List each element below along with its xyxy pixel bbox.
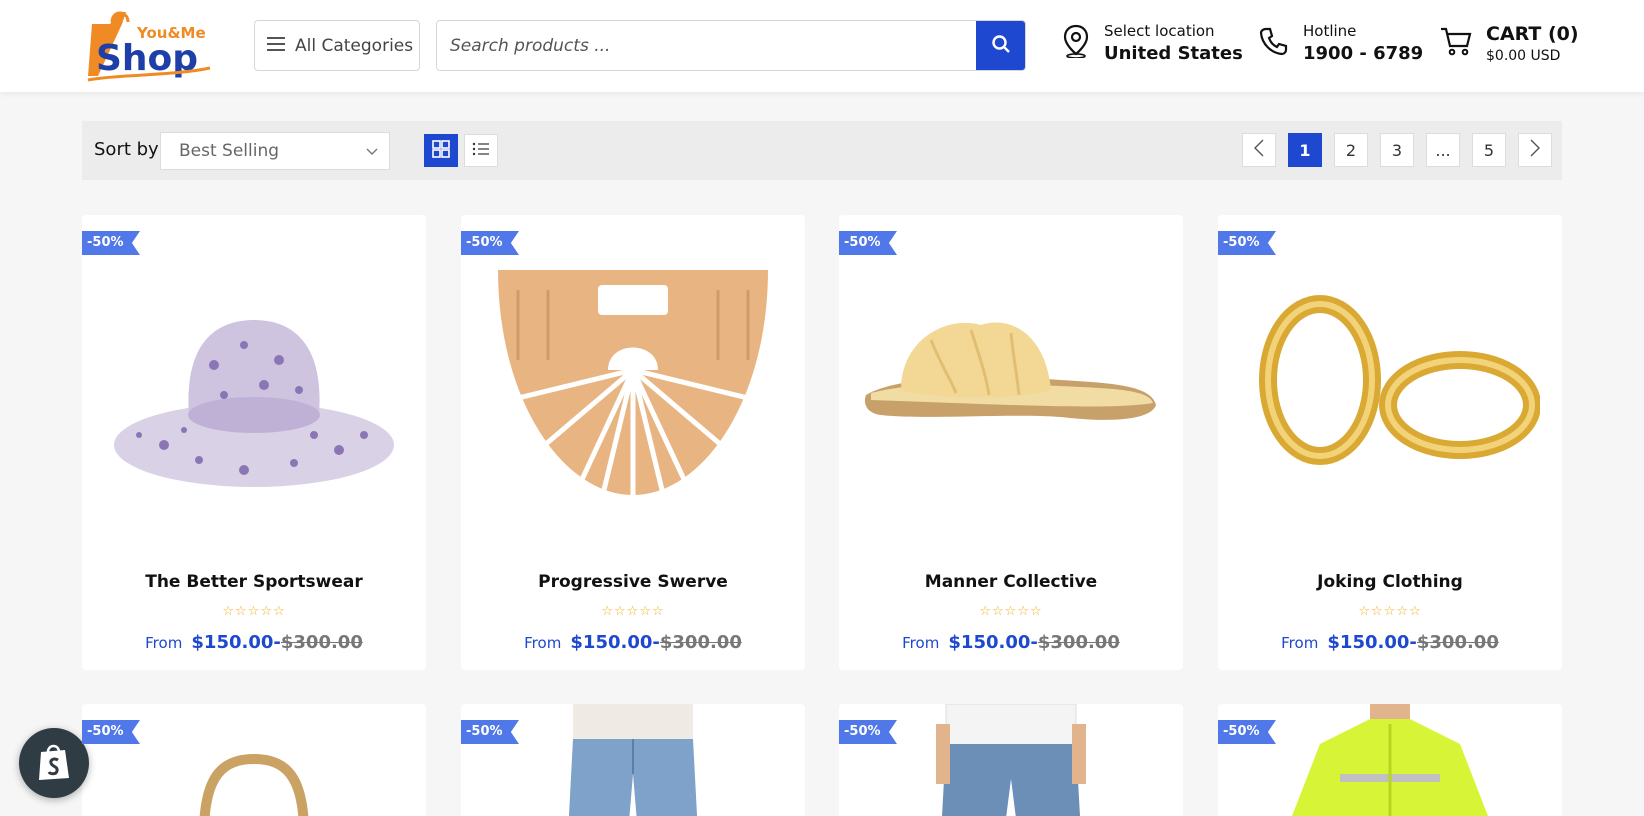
page-3-button[interactable]: 3: [1380, 133, 1414, 167]
price-separator: -: [273, 632, 281, 653]
cart-total: $0.00 USD: [1486, 47, 1561, 64]
price-from-label: From: [524, 634, 562, 652]
product-card[interactable]: -50%: [1218, 704, 1562, 816]
discount-badge: -50%: [461, 231, 519, 255]
original-price: $300.00: [659, 632, 742, 653]
discount-badge: -50%: [1218, 231, 1276, 255]
price-separator: -: [652, 632, 660, 653]
chevron-left-icon: [1253, 139, 1265, 161]
star-rating: ☆☆☆☆☆: [222, 604, 286, 619]
sale-price: $150.00: [948, 632, 1031, 653]
shopify-badge-button[interactable]: [19, 728, 89, 798]
product-card[interactable]: -50% Joking Clothing ☆☆☆☆☆ From $150.00-…: [1218, 215, 1562, 670]
discount-badge: -50%: [839, 720, 897, 744]
discount-badge: -50%: [82, 231, 140, 255]
jeans-man-icon: [936, 704, 1086, 816]
location-label: Select location: [1104, 22, 1215, 40]
shopify-bag-icon: [35, 740, 73, 786]
page-1-button[interactable]: 1: [1288, 133, 1322, 167]
product-price: From $150.00-$300.00: [461, 632, 805, 653]
original-price: $300.00: [1037, 632, 1120, 653]
grid-view-button[interactable]: [424, 134, 458, 167]
page-5-button[interactable]: 5: [1472, 133, 1506, 167]
location-selector[interactable]: Select location United States: [1062, 22, 1243, 65]
product-title[interactable]: The Better Sportswear: [82, 572, 426, 592]
product-card[interactable]: -50%: [839, 704, 1183, 816]
cart-count: CART (0): [1486, 23, 1579, 45]
star-rating: ☆☆☆☆☆: [1358, 604, 1422, 619]
bamboo-bag-icon: [498, 270, 768, 495]
hotline-number[interactable]: 1900 - 6789: [1303, 42, 1423, 65]
phone-icon: [1259, 26, 1289, 60]
product-card[interactable]: -50%: [82, 704, 426, 816]
hotline-label: Hotline: [1303, 22, 1357, 40]
cart-button[interactable]: CART (0) $0.00 USD: [1440, 22, 1579, 65]
hamburger-icon: [267, 36, 285, 55]
slide-sandal-icon: [864, 322, 1156, 420]
grid-icon: [432, 139, 450, 162]
price-separator: -: [1409, 632, 1417, 653]
chevron-down-icon: [365, 143, 379, 163]
sort-value: Best Selling: [179, 141, 280, 161]
site-header: You&Me Shop All Categories Select locati…: [0, 0, 1644, 92]
price-from-label: From: [1281, 634, 1319, 652]
product-title[interactable]: Progressive Swerve: [461, 572, 805, 592]
hoop-earrings-icon: [1259, 295, 1540, 465]
sort-select[interactable]: Best Selling: [160, 132, 390, 170]
list-view-button[interactable]: [464, 134, 498, 167]
product-card[interactable]: -50% Progressive Swerve ☆☆☆☆☆ From $150.…: [461, 215, 805, 670]
star-rating: ☆☆☆☆☆: [601, 604, 665, 619]
product-image[interactable]: [1218, 215, 1562, 545]
straw-bag-icon: [199, 753, 309, 816]
list-icon: [472, 141, 490, 160]
jeans-woman-icon: [568, 704, 698, 816]
shop-logo[interactable]: You&Me Shop: [82, 4, 218, 88]
location-pin-icon: [1062, 24, 1090, 62]
product-image[interactable]: [839, 215, 1183, 545]
product-title[interactable]: Joking Clothing: [1218, 572, 1562, 592]
sale-price: $150.00: [1327, 632, 1410, 653]
search-bar: [436, 20, 1026, 71]
collection-toolbar: Sort by Best Selling 1 2 3 ... 5: [82, 121, 1562, 180]
price-separator: -: [1030, 632, 1038, 653]
product-card[interactable]: -50% The Better Sportswear ☆☆☆☆☆ From $1…: [82, 215, 426, 670]
sort-label: Sort by: [94, 139, 159, 160]
bucket-hat-icon: [114, 320, 394, 487]
next-page-button[interactable]: [1518, 133, 1552, 167]
original-price: $300.00: [1416, 632, 1499, 653]
hotline: Hotline 1900 - 6789: [1259, 22, 1423, 65]
product-image[interactable]: [82, 215, 426, 545]
product-title[interactable]: Manner Collective: [839, 572, 1183, 592]
page-ellipsis: ...: [1426, 133, 1460, 167]
discount-badge: -50%: [839, 231, 897, 255]
search-icon: [991, 34, 1011, 58]
all-categories-label: All Categories: [295, 35, 414, 56]
all-categories-button[interactable]: All Categories: [254, 20, 420, 71]
sale-price: $150.00: [570, 632, 653, 653]
product-image[interactable]: [461, 215, 805, 545]
price-from-label: From: [145, 634, 183, 652]
star-rating: ☆☆☆☆☆: [979, 604, 1043, 619]
cart-icon: [1440, 26, 1472, 60]
search-input[interactable]: [437, 21, 976, 70]
product-price: From $150.00-$300.00: [82, 632, 426, 653]
product-price: From $150.00-$300.00: [839, 632, 1183, 653]
hi-vis-jacket-icon: [1292, 704, 1488, 816]
product-card[interactable]: -50%: [461, 704, 805, 816]
prev-page-button[interactable]: [1242, 133, 1276, 167]
search-button[interactable]: [976, 21, 1025, 70]
page-2-button[interactable]: 2: [1334, 133, 1368, 167]
discount-badge: -50%: [1218, 720, 1276, 744]
original-price: $300.00: [280, 632, 363, 653]
product-card[interactable]: -50% Manner Collective ☆☆☆☆☆ From $150.0…: [839, 215, 1183, 670]
discount-badge: -50%: [461, 720, 519, 744]
price-from-label: From: [902, 634, 940, 652]
discount-badge: -50%: [82, 720, 140, 744]
location-value: United States: [1104, 42, 1243, 64]
sale-price: $150.00: [191, 632, 274, 653]
product-price: From $150.00-$300.00: [1218, 632, 1562, 653]
chevron-right-icon: [1529, 139, 1541, 161]
